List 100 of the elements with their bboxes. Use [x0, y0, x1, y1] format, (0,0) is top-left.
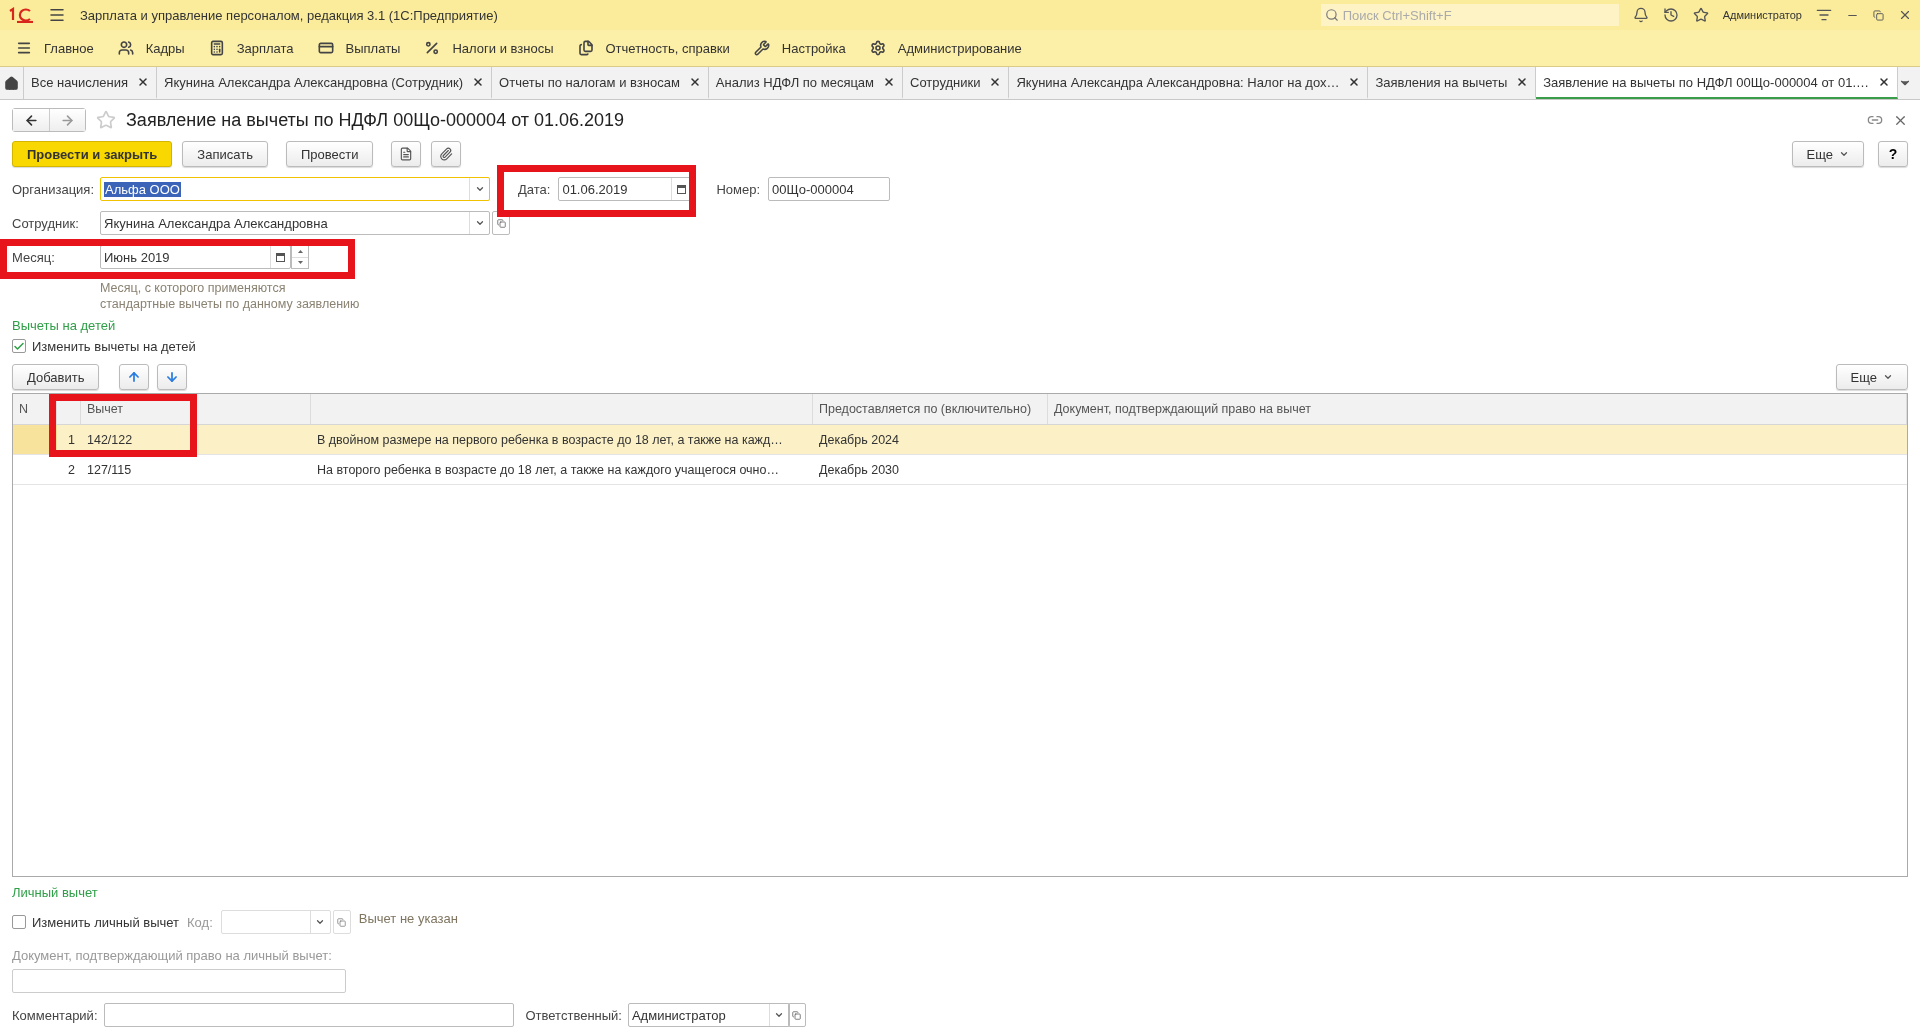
- open-icon[interactable]: [787, 1003, 806, 1027]
- menu-icon: [16, 40, 32, 56]
- more-button[interactable]: Еще: [1791, 141, 1864, 167]
- move-down-button[interactable]: [157, 364, 188, 390]
- month-field[interactable]: Июнь 2019: [100, 245, 291, 269]
- spin-button[interactable]: [291, 245, 309, 269]
- filter-icon[interactable]: [1816, 7, 1832, 23]
- document-field[interactable]: [12, 968, 346, 993]
- search-field[interactable]: Поиск Ctrl+Shift+F: [1320, 4, 1619, 26]
- section-title: Вычеты на детей: [12, 318, 117, 335]
- back-button[interactable]: [13, 109, 49, 131]
- menu-item[interactable]: Главное: [4, 30, 106, 66]
- checkbox-label: Изменить вычеты на детей: [32, 338, 196, 354]
- down-triangle-icon: [297, 261, 303, 265]
- column-header[interactable]: Документ, подтверждающий право на вычет: [1048, 394, 1907, 424]
- column-header[interactable]: Предоставляется по (включительно): [813, 394, 1048, 424]
- arrow-left-icon: [23, 112, 39, 128]
- table-cell-text: 1: [67, 431, 76, 449]
- field-value: Июнь 2019: [103, 249, 171, 265]
- documents-icon: [577, 40, 594, 56]
- paperclip-icon: [439, 147, 454, 161]
- calculator-icon: [208, 40, 225, 56]
- action-button[interactable]: Провести: [285, 141, 374, 167]
- search-icon: [1324, 8, 1339, 22]
- field-label: Документ, подтверждающий право на личный вычет:: [12, 947, 332, 963]
- menu-item[interactable]: Настройка: [741, 30, 858, 66]
- close-icon[interactable]: [1878, 76, 1890, 88]
- add-button[interactable]: Добавить: [12, 364, 100, 390]
- user-name[interactable]: Администратор: [1722, 9, 1802, 21]
- field-label: Номер:: [716, 181, 761, 197]
- field-label: Организация:: [12, 181, 92, 197]
- column-header[interactable]: Вычет: [81, 394, 311, 424]
- document-icon: [399, 147, 414, 161]
- table-cell-text: 2: [67, 461, 76, 479]
- table-cell-text: 127/115: [86, 461, 133, 479]
- table-cell-text: Декабрь 2024: [818, 431, 901, 449]
- number-field[interactable]: 00Що-000004: [768, 177, 891, 201]
- action-button[interactable]: Записать: [182, 141, 268, 167]
- field-value: 01.06.2019: [561, 181, 629, 197]
- table-cell-text: 142/122: [86, 431, 134, 449]
- menu-icon[interactable]: [48, 6, 66, 24]
- tab[interactable]: Заявление на вычеты по НДФЛ 00Що-000004 от 01.…: [1536, 67, 1898, 99]
- up-triangle-icon: [297, 249, 303, 253]
- menu-item[interactable]: Налоги и взносы: [412, 30, 566, 66]
- close-icon[interactable]: [1898, 8, 1912, 22]
- card-icon: [317, 40, 334, 56]
- caret-icon: [1883, 372, 1893, 382]
- checkbox[interactable]: [12, 339, 26, 353]
- help-button[interactable]: ?: [1878, 141, 1908, 167]
- action-button[interactable]: Провести и закрыть: [12, 141, 173, 167]
- field-label: Сотрудник:: [12, 215, 80, 231]
- comment-field[interactable]: [103, 1003, 514, 1027]
- close-icon[interactable]: [688, 76, 701, 88]
- caret-icon: [774, 1010, 785, 1020]
- field-value: Якунина Александра Александровна: [103, 215, 329, 231]
- hint-text: Месяц, с которого применяются: [100, 280, 286, 296]
- caret-icon: [1839, 149, 1849, 159]
- star-icon[interactable]: [1692, 7, 1709, 23]
- calendar-icon: [276, 252, 285, 262]
- percent-icon: [424, 40, 441, 56]
- close-icon[interactable]: [1516, 76, 1529, 88]
- close-icon[interactable]: [137, 76, 149, 88]
- table-cell-text: В двойном размере на первого ребенка в возрасте до 18 лет, а также на кажд…: [316, 431, 784, 449]
- home-icon[interactable]: [4, 75, 19, 91]
- close-icon[interactable]: [1348, 76, 1361, 88]
- more-button[interactable]: Еще: [1835, 364, 1908, 390]
- employee-field[interactable]: Якунина Александра Александровна: [100, 211, 490, 235]
- status-text: Вычет не указан: [358, 911, 458, 926]
- window-title: Зарплата и управление персоналом, редакция 3.1 (1С:Предприятие): [80, 7, 498, 23]
- column-header[interactable]: N: [13, 394, 57, 424]
- code-field[interactable]: [220, 910, 331, 934]
- history-icon[interactable]: [1662, 7, 1679, 23]
- menu-item[interactable]: Выплаты: [305, 30, 413, 66]
- field-value: Альфа ООО: [104, 181, 181, 197]
- field-value: 00Що-000004: [771, 181, 855, 197]
- checkbox[interactable]: [12, 915, 26, 929]
- field-label: Дата:: [518, 181, 551, 197]
- restore-icon[interactable]: [1873, 9, 1884, 21]
- caret-icon: [315, 917, 326, 927]
- open-icon[interactable]: [492, 211, 510, 235]
- menu-item[interactable]: Администрирование: [857, 30, 1034, 66]
- menu-item[interactable]: Зарплата: [196, 30, 306, 66]
- wrench-icon: [753, 40, 770, 56]
- attach-button[interactable]: [431, 141, 462, 167]
- close-icon[interactable]: [989, 76, 1002, 88]
- responsible-field[interactable]: Администратор: [627, 1003, 790, 1027]
- menu-item[interactable]: Кадры: [105, 30, 197, 66]
- organization-field[interactable]: Альфа ООО: [100, 177, 490, 201]
- list-button[interactable]: [391, 141, 422, 167]
- close-icon[interactable]: [883, 76, 896, 88]
- move-up-button[interactable]: [119, 364, 150, 390]
- checkbox-label: Изменить личный вычет: [32, 914, 180, 930]
- field-label: Код:: [187, 914, 213, 930]
- close-icon[interactable]: [472, 76, 485, 88]
- field-label: Ответственный:: [525, 1007, 622, 1023]
- table-row[interactable]: 1 142/122 В двойном размере на первого ребенка в возрасте до 18 лет, а также на кажд… Декабрь 2024: [13, 425, 1907, 455]
- section-title: Личный вычет: [12, 885, 99, 902]
- menu-item[interactable]: Отчетность, справки: [565, 30, 742, 66]
- gear-icon: [869, 40, 886, 56]
- bell-icon[interactable]: [1632, 7, 1649, 23]
